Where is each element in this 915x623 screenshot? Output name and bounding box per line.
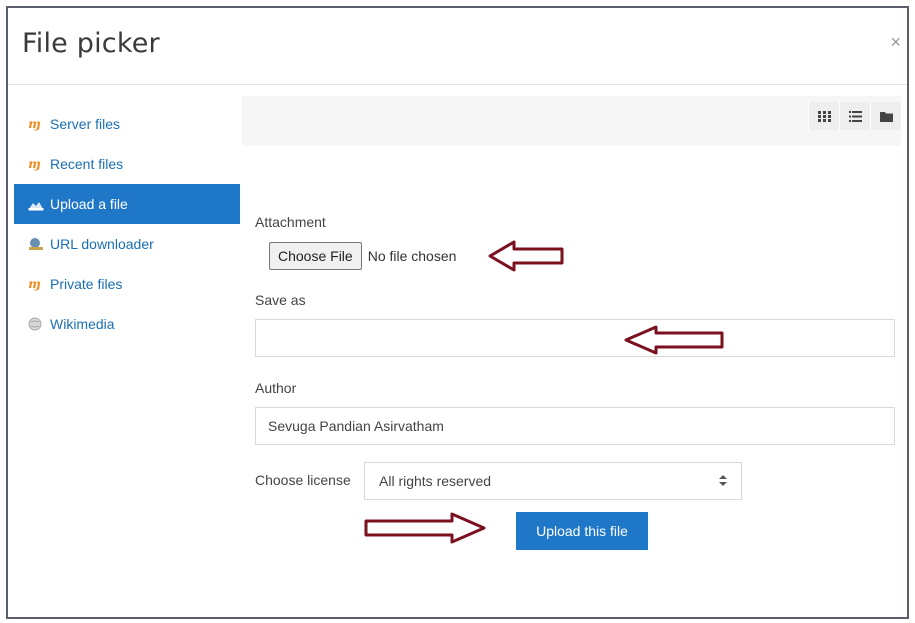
author-label: Author [255, 380, 297, 396]
list-view-icon[interactable] [839, 102, 870, 130]
sidebar-item-wikimedia[interactable]: Wikimedia [14, 304, 240, 344]
no-file-chosen-text: No file chosen [367, 248, 457, 264]
attachment-label: Attachment [255, 214, 326, 230]
sidebar-item-upload-a-file[interactable]: Upload a file [14, 184, 240, 224]
license-select[interactable]: All rights reserved [364, 462, 742, 500]
wikimedia-icon [28, 317, 46, 331]
repository-sidebar: ɱ Server files ɱ Recent files Upload a f… [14, 88, 240, 617]
sidebar-item-server-files[interactable]: ɱ Server files [14, 104, 240, 144]
sidebar-item-label: Upload a file [50, 196, 128, 212]
sidebar-item-label: Wikimedia [50, 316, 115, 332]
author-input[interactable]: Sevuga Pandian Asirvatham [255, 407, 895, 445]
select-arrows-icon [719, 473, 727, 489]
upload-icon [28, 197, 46, 211]
license-label: Choose license [255, 472, 351, 488]
file-picker-dialog: File picker × ɱ Server files ɱ Recent fi… [6, 6, 909, 619]
moodle-icon: ɱ [28, 117, 41, 131]
sidebar-item-label: Recent files [50, 156, 124, 172]
close-icon[interactable]: × [890, 32, 901, 53]
upload-this-file-button[interactable]: Upload this file [516, 512, 648, 550]
annotation-arrow-left-icon [624, 325, 724, 355]
annotation-arrow-right-icon [364, 512, 486, 544]
upload-panel: Attachment Choose File No file chosen Sa… [242, 96, 901, 611]
view-toolbar [242, 96, 901, 146]
sidebar-item-label: Server files [50, 116, 121, 132]
save-as-input[interactable] [255, 319, 895, 357]
choose-file-button[interactable]: Choose File [269, 242, 362, 270]
dialog-header: File picker × [8, 8, 907, 85]
annotation-arrow-left-icon [488, 240, 564, 272]
sidebar-item-private-files[interactable]: ɱ Private files [14, 264, 240, 304]
url-downloader-icon [28, 237, 46, 251]
sidebar-item-url-downloader[interactable]: URL downloader [14, 224, 240, 264]
sidebar-item-label: Private files [50, 276, 123, 292]
sidebar-item-recent-files[interactable]: ɱ Recent files [14, 144, 240, 184]
folder-view-icon[interactable] [870, 102, 901, 130]
grid-view-icon[interactable] [808, 102, 839, 130]
sidebar-item-label: URL downloader [50, 236, 154, 252]
moodle-icon: ɱ [28, 277, 41, 291]
license-selected-value: All rights reserved [379, 473, 492, 489]
dialog-title: File picker [22, 28, 160, 59]
moodle-icon: ɱ [28, 157, 41, 171]
file-chooser: Choose File No file chosen [269, 242, 456, 270]
save-as-label: Save as [255, 292, 306, 308]
